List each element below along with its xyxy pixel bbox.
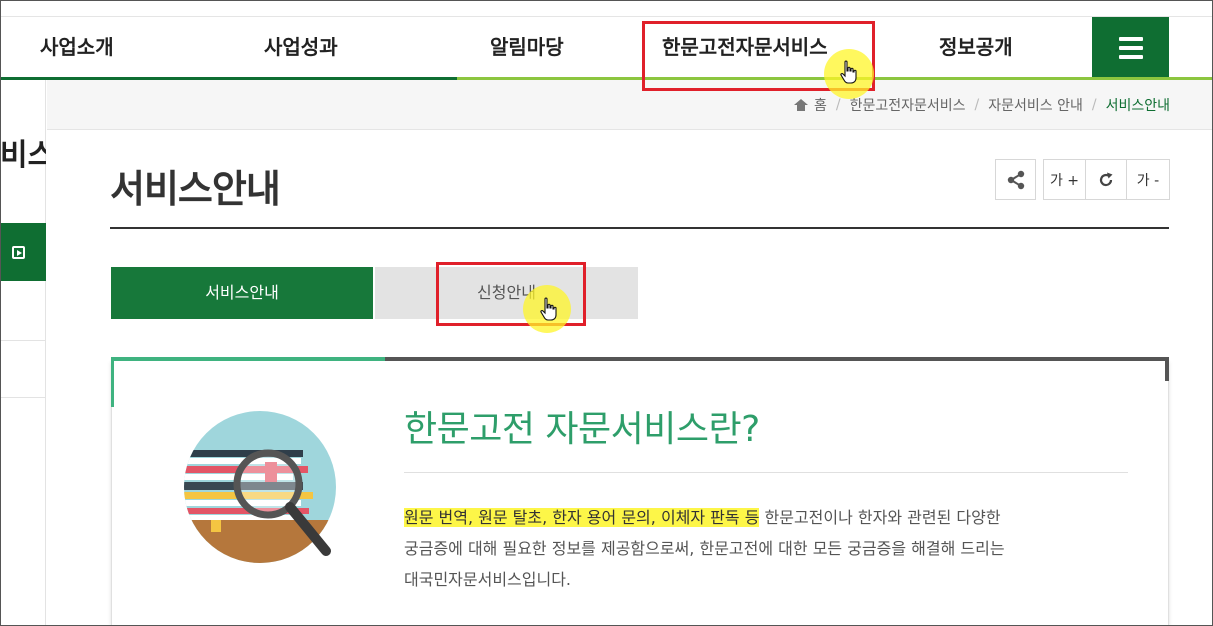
nav-item-disclosure[interactable]: 정보공개 <box>939 17 1013 77</box>
description-line-2: 궁금증에 대해 필요한 정보를 제공함으로써, 한문고전에 대한 모든 궁금증을… <box>404 539 1005 558</box>
home-icon[interactable] <box>794 99 808 111</box>
share-button[interactable] <box>995 159 1036 200</box>
breadcrumb-separator: / <box>1091 97 1097 113</box>
content-description: 원문 번역, 원문 탈초, 한자 용어 문의, 이체자 판독 등 한문고전이나 … <box>404 502 1124 595</box>
breadcrumb-separator: / <box>835 97 841 113</box>
sidebar-title: 비스 <box>0 138 46 173</box>
left-sidebar: 비스 <box>0 80 46 626</box>
breadcrumb-home[interactable]: 홈 <box>814 95 827 115</box>
content-top-bar-accent <box>111 357 385 361</box>
nav-item-results[interactable]: 사업성과 <box>264 17 338 77</box>
breadcrumb-consulting-service[interactable]: 한문고전자문서비스 <box>850 95 966 115</box>
description-line-1-rest: 한문고전이나 한자와 관련된 다양한 <box>759 508 1001 527</box>
highlighted-text: 원문 번역, 원문 탈초, 한자 용어 문의, 이체자 판독 등 <box>404 508 760 527</box>
share-icon <box>1007 170 1024 189</box>
content-left-accent <box>111 361 114 407</box>
breadcrumb-bar: 홈 / 한문고전자문서비스 / 자문서비스 안내 / 서비스안내 <box>47 80 1213 130</box>
page-tools: 가 + 가 - <box>995 159 1170 200</box>
content-top-bar <box>385 357 1169 361</box>
tab-service-guide[interactable]: 서비스안내 <box>111 267 373 319</box>
sidebar-divider <box>0 397 46 398</box>
sidebar-divider <box>0 340 46 341</box>
font-decrease-button[interactable]: 가 - <box>1127 159 1170 200</box>
content-heading: 한문고전 자문서비스란? <box>404 409 760 450</box>
breadcrumb-current: 서비스안내 <box>1105 98 1170 114</box>
font-increase-button[interactable]: 가 + <box>1043 159 1086 200</box>
books-magnifier-illustration <box>184 411 336 563</box>
font-reset-button[interactable] <box>1086 159 1127 200</box>
nav-item-about[interactable]: 사업소개 <box>40 17 114 77</box>
refresh-icon <box>1099 172 1113 186</box>
breadcrumb-service-guide-section[interactable]: 자문서비스 안내 <box>988 95 1083 115</box>
title-divider <box>110 227 1169 229</box>
sidebar-item-active[interactable] <box>0 223 46 281</box>
content-right-accent <box>1165 361 1169 381</box>
page-title: 서비스안내 <box>110 167 281 211</box>
nav-item-notice[interactable]: 알림마당 <box>490 17 564 77</box>
top-navigation: 사업소개 사업성과 알림마당 한문고전자문서비스 정보공개 <box>0 16 1213 80</box>
breadcrumb-separator: / <box>974 97 980 113</box>
description-line-1: 원문 번역, 원문 탈초, 한자 용어 문의, 이체자 판독 등 한문고전이나 … <box>404 502 1124 533</box>
play-square-icon <box>12 246 25 259</box>
description-line-3: 대국민자문서비스입니다. <box>404 570 572 589</box>
hand-cursor-icon <box>540 297 557 321</box>
hand-cursor-icon <box>840 60 857 84</box>
content-divider <box>404 472 1128 473</box>
hamburger-menu-icon <box>1118 36 1143 41</box>
hamburger-menu-button[interactable] <box>1092 17 1169 78</box>
